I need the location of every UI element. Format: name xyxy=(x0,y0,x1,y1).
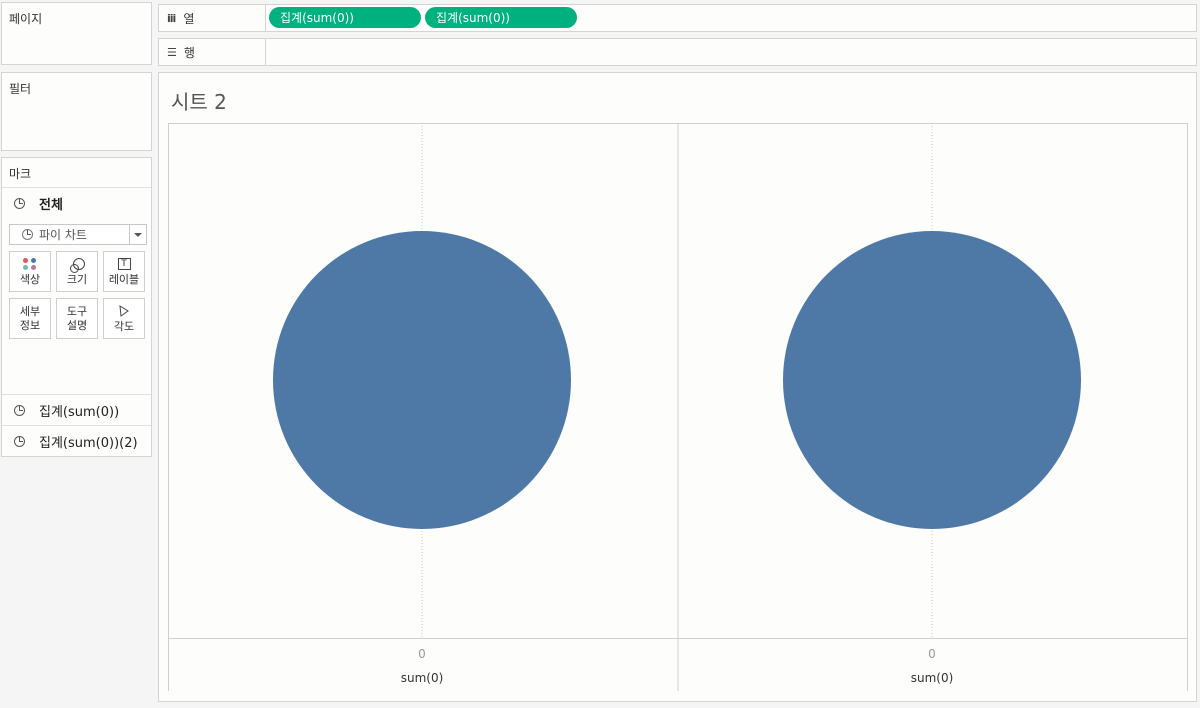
size-icon xyxy=(69,256,85,273)
pie-chart-icon xyxy=(22,229,33,240)
angle-icon xyxy=(118,303,130,318)
rows-shelf[interactable]: ☰ 행 xyxy=(158,38,1197,66)
x-tick-label: 0 xyxy=(418,647,426,661)
color-dots-icon xyxy=(23,256,37,271)
x-tick-label: 0 xyxy=(928,647,936,661)
filters-title: 필터 xyxy=(9,82,32,96)
text-label-icon: T xyxy=(117,256,131,271)
detail-button[interactable]: 세부 정보 xyxy=(9,298,51,339)
column-pill[interactable]: 집계(sum(0)) xyxy=(269,7,421,28)
color-button-label: 색상 xyxy=(19,273,41,286)
pie-chart-icon xyxy=(14,404,25,416)
chevron-down-icon[interactable] xyxy=(129,225,146,244)
label-button-label: 레이블 xyxy=(108,273,140,286)
label-button[interactable]: T 레이블 xyxy=(103,251,145,292)
sheet-title[interactable]: 시트 2 xyxy=(171,86,227,115)
filters-panel[interactable]: 필터 xyxy=(1,72,152,151)
mark-type-dropdown[interactable]: 파이 차트 xyxy=(9,224,147,245)
detail-button-label-line1: 세부 xyxy=(19,304,41,318)
rows-label-text: 행 xyxy=(183,45,195,60)
tooltip-button-label-line2: 설명 xyxy=(66,318,88,332)
rows-icon: ☰ xyxy=(167,45,177,59)
column-pill[interactable]: 집계(sum(0)) xyxy=(425,7,577,28)
column-pill-label: 집계(sum(0)) xyxy=(280,11,354,25)
marks-card-measure-2-label: 집계(sum(0))(2) xyxy=(39,435,138,451)
angle-button-label: 각도 xyxy=(113,320,135,333)
detail-button-label-line2: 정보 xyxy=(19,318,41,332)
x-axis-label: sum(0) xyxy=(401,671,444,685)
pie-slice xyxy=(273,231,571,529)
tooltip-button-label-line1: 도구 xyxy=(66,304,88,318)
pie-slice xyxy=(783,231,1081,529)
size-button[interactable]: 크기 xyxy=(56,251,98,292)
tooltip-button[interactable]: 도구 설명 xyxy=(56,298,98,339)
marks-card-measure-1-label: 집계(sum(0)) xyxy=(39,404,120,420)
marks-card-measure-1[interactable]: 집계(sum(0)) xyxy=(2,394,151,425)
columns-label-text: 열 xyxy=(183,11,195,26)
pie-chart-icon xyxy=(14,435,25,447)
columns-shelf[interactable]: iii 열 집계(sum(0)) 집계(sum(0)) xyxy=(158,4,1197,32)
marks-card-measure-2[interactable]: 집계(sum(0))(2) xyxy=(2,425,151,456)
marks-panel: 마크 전체 파이 차트 색상 크기 T 레이블 세부 정보 도구 설명 각도 집… xyxy=(1,157,152,457)
size-button-label: 크기 xyxy=(66,273,88,286)
pages-title: 페이지 xyxy=(9,12,43,26)
mark-type-label: 파이 차트 xyxy=(39,228,87,242)
columns-icon: iii xyxy=(167,11,176,25)
x-axis-label: sum(0) xyxy=(911,671,954,685)
marks-card-all-label: 전체 xyxy=(39,197,63,213)
pie-chart-icon xyxy=(14,197,25,209)
rows-shelf-label: ☰ 행 xyxy=(159,39,266,65)
chart-area: 0 sum(0) 0 sum(0) xyxy=(168,123,1188,691)
pages-panel[interactable]: 페이지 xyxy=(1,2,152,65)
worksheet-view: 시트 2 0 sum(0) 0 sum(0) xyxy=(158,72,1197,702)
marks-card-all[interactable]: 전체 xyxy=(2,187,151,218)
angle-button[interactable]: 각도 xyxy=(103,298,145,339)
marks-title: 마크 xyxy=(9,167,32,181)
columns-shelf-label: iii 열 xyxy=(159,5,266,31)
column-pill-label: 집계(sum(0)) xyxy=(436,11,510,25)
color-button[interactable]: 색상 xyxy=(9,251,51,292)
